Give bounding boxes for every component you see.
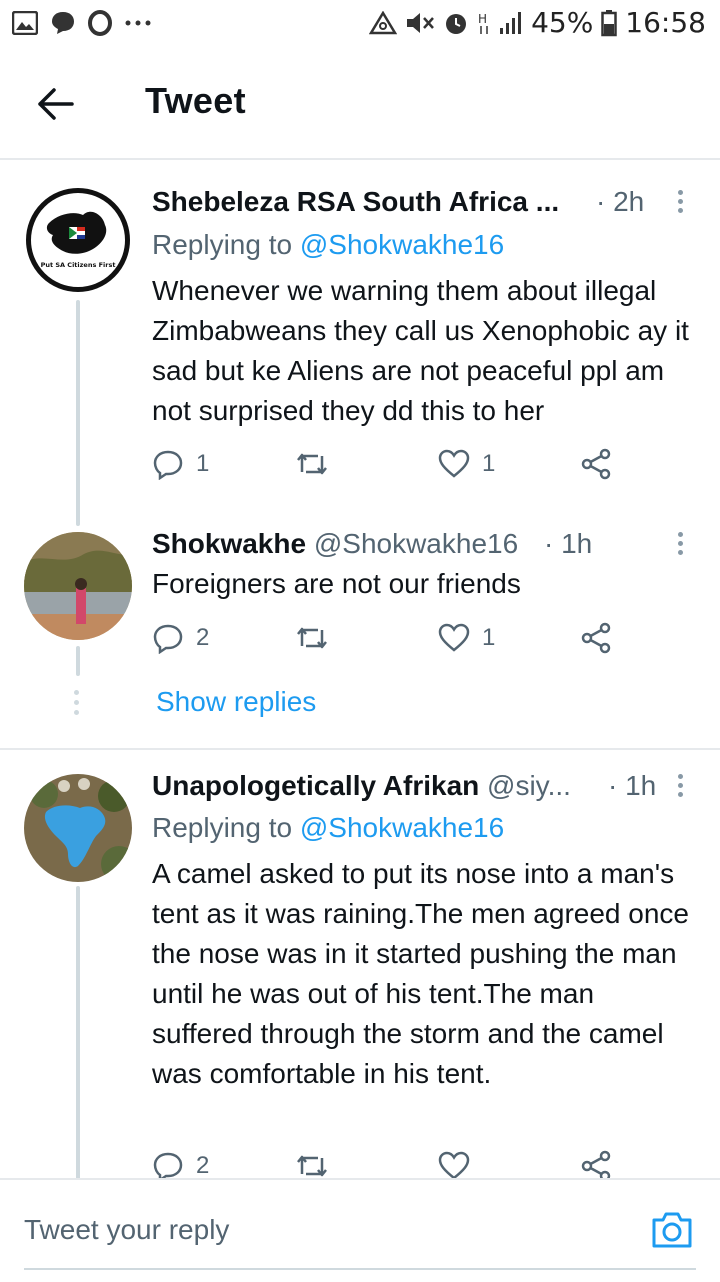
arrow-left-icon	[38, 88, 74, 120]
heart-icon	[438, 449, 470, 478]
retweet-button[interactable]	[294, 448, 330, 480]
divider	[0, 748, 720, 750]
avatar[interactable]: Put SA Citizens First	[26, 188, 130, 292]
like-count: 1	[482, 624, 496, 651]
reply-count: 2	[196, 1152, 210, 1179]
timestamp[interactable]: · 1h	[608, 770, 656, 802]
reply-button[interactable]: 1	[152, 448, 209, 480]
retweet-icon	[297, 627, 327, 649]
network-h-icon: H	[478, 12, 488, 34]
reply-count: 2	[196, 624, 210, 651]
replying-to: Replying to @Shokwakhe16	[152, 812, 505, 843]
tweet-text: Whenever we warning them about illegal Z…	[152, 275, 689, 426]
mute-icon	[407, 12, 434, 33]
share-icon	[581, 448, 611, 480]
share-button[interactable]	[580, 448, 612, 480]
data-saver-icon	[369, 10, 398, 34]
top-app-bar: Tweet	[0, 50, 720, 160]
like-button[interactable]: 1	[438, 448, 495, 480]
share-button[interactable]	[580, 622, 612, 654]
user-handle: @siy...	[487, 770, 571, 801]
profile-photo	[24, 532, 132, 640]
reply-icon	[153, 450, 183, 480]
reply-icon	[153, 624, 183, 654]
svg-text:H: H	[478, 12, 487, 26]
battery-percent: 45%	[531, 6, 594, 39]
like-button[interactable]: 1	[438, 622, 495, 654]
display-name[interactable]: Unapologetically Afrikan @siy...	[152, 770, 571, 802]
reply-count: 1	[196, 450, 210, 477]
battery-icon	[601, 9, 618, 36]
status-bar: H 45% 16:58	[0, 0, 720, 50]
avatar-caption: Put SA Citizens First	[41, 261, 116, 269]
retweet-button[interactable]	[294, 622, 330, 654]
like-count: 1	[482, 450, 496, 477]
back-button[interactable]	[32, 84, 80, 124]
more-options-icon[interactable]	[675, 774, 685, 804]
tweet-text: A camel asked to put its nose into a man…	[152, 858, 689, 1089]
tweet-text: Foreigners are not our friends	[152, 568, 521, 599]
avatar[interactable]	[24, 532, 132, 640]
heart-icon	[438, 623, 470, 652]
opera-icon	[88, 10, 112, 36]
chat-icon	[52, 12, 74, 34]
tweet-actions: 1 1	[152, 448, 622, 488]
camera-icon	[652, 1212, 692, 1248]
clock: 16:58	[625, 6, 706, 39]
timestamp[interactable]: · 2h	[596, 186, 644, 218]
more-options-icon[interactable]	[675, 532, 685, 562]
gallery-icon	[12, 11, 38, 35]
page-title: Tweet	[145, 80, 246, 121]
reply-composer-bar: Tweet your reply	[0, 1178, 720, 1282]
profile-photo	[24, 774, 132, 882]
thread-line	[76, 646, 80, 676]
mention-link[interactable]: @Shokwakhe16	[300, 229, 504, 260]
display-name[interactable]: Shokwakhe @Shokwakhe16	[152, 528, 518, 560]
display-name[interactable]: Shebeleza RSA South Africa ...	[152, 186, 559, 218]
input-underline	[24, 1268, 696, 1270]
more-dots-icon	[125, 20, 151, 26]
reply-button[interactable]: 2	[152, 622, 209, 654]
user-handle: @Shokwakhe16	[313, 528, 519, 559]
timestamp[interactable]: · 1h	[544, 528, 592, 560]
replying-to: Replying to @Shokwakhe16	[152, 229, 505, 260]
thread-continuation-dots	[74, 690, 80, 720]
thread-line	[76, 886, 80, 1186]
avatar[interactable]	[24, 774, 132, 882]
reply-input[interactable]: Tweet your reply	[24, 1214, 229, 1246]
share-icon	[581, 622, 611, 654]
more-options-icon[interactable]	[675, 190, 685, 220]
signal-icon	[500, 11, 522, 34]
tweet-actions: 2 1	[152, 622, 622, 662]
show-replies-link[interactable]: Show replies	[156, 686, 316, 718]
mention-link[interactable]: @Shokwakhe16	[300, 812, 504, 843]
camera-button[interactable]	[650, 1210, 694, 1250]
thread-line	[76, 300, 80, 526]
sa-map-logo: Put SA Citizens First	[41, 211, 116, 269]
retweet-icon	[297, 453, 327, 475]
alarm-icon	[446, 13, 467, 34]
